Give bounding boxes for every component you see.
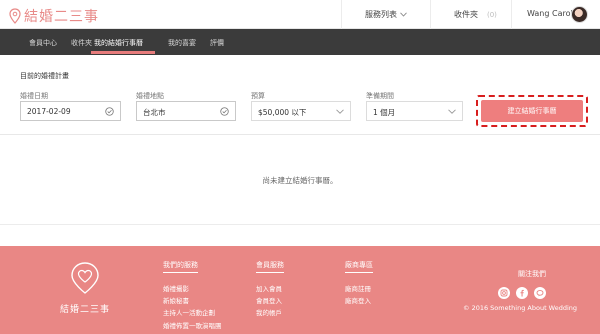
footer-link[interactable]: 主持人一活動企劃 [163,307,215,317]
user-menu[interactable]: Wang Carol [527,9,573,18]
divider [0,224,600,225]
location-label: 婚禮地點 [136,92,164,100]
heart-pin-logo-icon [71,262,99,294]
wedding-date-field[interactable]: 2017-02-09 [20,101,121,121]
favorites-count: (0) [487,10,497,19]
footer-link[interactable]: 婚禮佈置一歌演唱團 [163,320,222,330]
services-menu[interactable]: 服務列表 [365,9,407,20]
tab-inbox[interactable]: 收件夾 [71,38,92,48]
services-label: 服務列表 [365,10,397,19]
line-icon[interactable] [534,287,546,299]
wedding-location-value: 台北市 [143,108,166,117]
location-pin-icon [9,8,21,24]
divider [0,134,600,135]
prep-period-select[interactable]: 1 個月 [366,101,463,121]
check-circle-icon [105,107,114,116]
tab-reviews[interactable]: 評價 [210,38,224,48]
follow-label: 關注我們 [518,270,546,278]
copyright-text: © 2016 Something About Wedding [463,304,578,312]
active-tab-indicator [91,51,155,54]
budget-label: 預算 [251,92,265,100]
footer-link[interactable]: 廠商註冊 [345,283,371,293]
section-title: 目前的婚禮計畫 [20,72,69,80]
prep-period-value: 1 個月 [373,108,396,117]
tab-my-banquet[interactable]: 我的喜宴 [168,38,196,48]
footer-brand: 結婚二三事 [60,305,111,315]
footer-link[interactable]: 會員登入 [256,295,282,305]
date-label: 婚禮日期 [20,92,48,100]
instagram-icon[interactable] [498,287,510,299]
footer-link[interactable]: 新娘秘書 [163,295,189,305]
footer: 結婚二三事 我們的服務 婚禮攝影 新娘秘書 主持人一活動企劃 婚禮佈置一歌演唱團… [0,246,600,334]
account-nav: 會員中心 收件夾 我的結婚行事曆 我的喜宴 評價 [0,29,600,55]
facebook-icon[interactable] [516,287,528,299]
budget-select[interactable]: $50,000 以下 [251,101,351,121]
footer-link[interactable]: 婚禮攝影 [163,283,189,293]
footer-link[interactable]: 我的帳戶 [256,307,282,317]
budget-value: $50,000 以下 [258,108,307,117]
header-divider [430,0,431,29]
tab-wedding-calendar[interactable]: 我的結婚行事曆 [94,38,143,48]
top-header: 結婚二三事 服務列表 收件夾 (0) Wang Carol [0,0,600,29]
header-divider [511,0,512,29]
avatar[interactable] [571,6,588,23]
footer-vendor-title: 廠商專區 [345,260,373,273]
brand-logo[interactable]: 結婚二三事 [9,6,99,26]
check-circle-icon [220,107,229,116]
footer-link[interactable]: 加入會員 [256,283,282,293]
header-divider [341,0,342,29]
wedding-location-field[interactable]: 台北市 [136,101,236,121]
brand-name: 結婚二三事 [24,9,99,25]
tab-member-center[interactable]: 會員中心 [29,38,57,48]
chevron-down-icon [448,109,456,114]
page: 結婚二三事 服務列表 收件夾 (0) Wang Carol 會員中心 收件夾 我… [0,0,600,334]
create-calendar-button[interactable]: 建立結婚行事曆 [481,100,583,122]
prep-label: 準備期間 [366,92,394,100]
footer-services-title: 我們的服務 [163,260,198,273]
user-name: Wang Carol [527,9,573,18]
chevron-down-icon [336,109,344,114]
favorites-label: 收件夾 [454,10,478,19]
footer-member-title: 會員服務 [256,260,284,273]
footer-link[interactable]: 廠商登入 [345,295,371,305]
empty-state-message: 尚未建立結婚行事曆。 [262,176,338,185]
favorites-link[interactable]: 收件夾 (0) [454,9,497,20]
chevron-down-icon [400,12,407,17]
wedding-date-value: 2017-02-09 [27,107,71,116]
